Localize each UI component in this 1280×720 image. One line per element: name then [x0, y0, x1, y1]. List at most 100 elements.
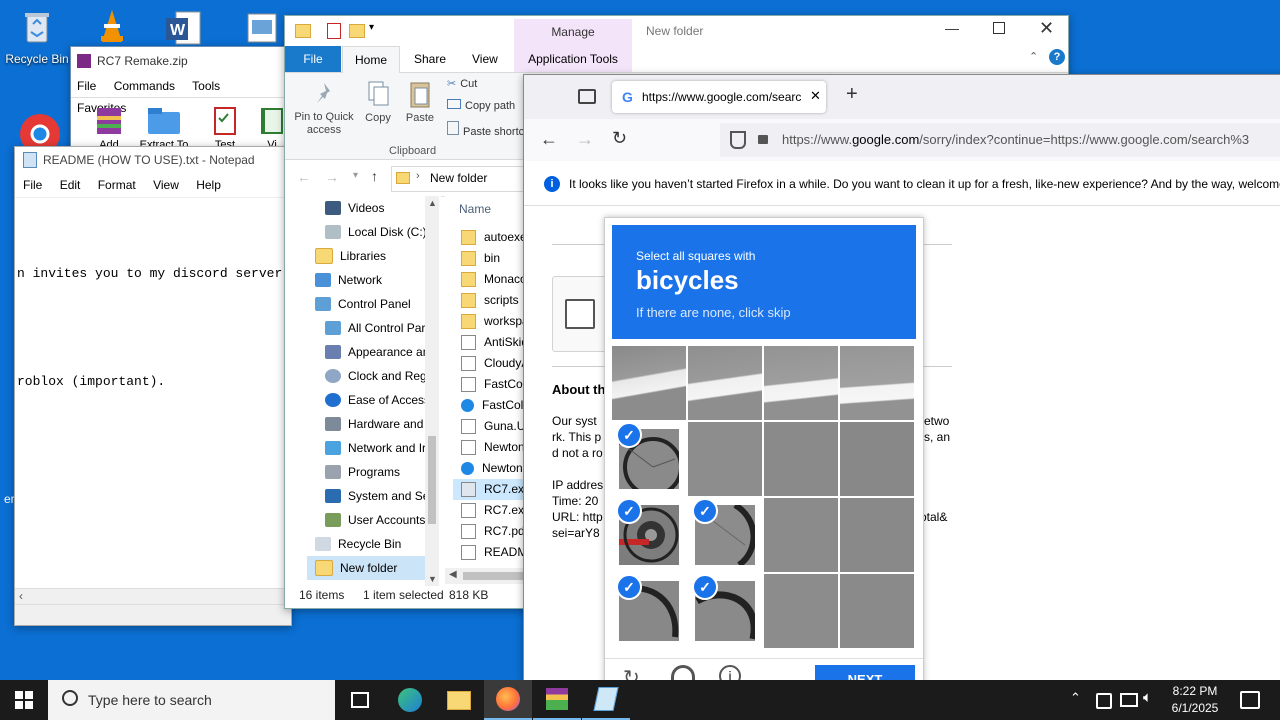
tree-item-all-control-panel[interactable]: All Control Par — [307, 316, 427, 340]
scroll-left-icon[interactable]: ◀ — [449, 569, 457, 580]
desktop-icon-word[interactable]: W — [164, 8, 204, 48]
taskbar-edge[interactable] — [386, 680, 434, 720]
tab-application-tools[interactable]: Application Tools — [514, 46, 632, 72]
file-row[interactable]: README — [461, 542, 525, 563]
tree-item-system-security[interactable]: System and Se — [307, 484, 429, 508]
file-row-selected[interactable]: RC7.exe — [453, 479, 525, 500]
paste-shortcut-button[interactable]: Paste shortc — [447, 121, 524, 138]
start-button[interactable] — [0, 680, 48, 720]
file-row[interactable]: FastColo — [461, 395, 525, 416]
captcha-tile-3[interactable] — [764, 346, 838, 420]
tab-view[interactable]: View — [472, 52, 498, 66]
tree-item-recycle-bin[interactable]: Recycle Bin — [307, 532, 427, 556]
reload-icon[interactable]: ↻ — [612, 128, 627, 149]
new-tab-icon[interactable]: + — [846, 83, 858, 106]
file-row[interactable]: RC7.exe — [461, 500, 525, 521]
captcha-tile-11[interactable] — [764, 498, 838, 572]
cut-button[interactable]: ✂ Cut — [447, 77, 477, 90]
desktop-icon-image[interactable] — [244, 10, 280, 46]
notepad-window[interactable]: README (HOW TO USE).txt - Notepad File E… — [14, 146, 292, 626]
notepad-menu-format[interactable]: Format — [98, 178, 136, 192]
tree-item-new-folder[interactable]: New folder — [307, 556, 433, 580]
tree-item-control-panel[interactable]: Control Panel — [307, 292, 427, 316]
taskbar-notepad[interactable] — [582, 680, 630, 720]
tree-scrollbar[interactable]: ▲ ▼ — [425, 196, 439, 586]
file-row[interactable]: RC7.pdb — [461, 521, 525, 542]
properties-icon[interactable] — [327, 23, 341, 39]
notepad-menu-file[interactable]: File — [23, 178, 42, 192]
tree-item-videos[interactable]: Videos — [307, 196, 427, 220]
taskbar-search-box[interactable]: Type here to search — [48, 680, 335, 720]
captcha-tile-8[interactable] — [840, 422, 914, 496]
chevron-down-icon[interactable]: ▾ — [369, 22, 374, 33]
clock[interactable]: 8:22 PM 6/1/2025 — [1166, 683, 1224, 717]
captcha-challenge[interactable]: Select all squares with bicycles If ther… — [604, 217, 924, 689]
show-hidden-icons-icon[interactable]: ⌃ — [1070, 690, 1081, 706]
column-header-name[interactable]: Name — [459, 202, 491, 216]
explorer-titlebar[interactable]: ▾ Manage New folder — ✕ — [285, 16, 1068, 46]
up-arrow-icon[interactable]: ↑ — [371, 168, 378, 184]
winrar-add-button[interactable]: Add — [89, 104, 129, 151]
shield-icon[interactable] — [730, 131, 746, 149]
recaptcha-checkbox[interactable] — [565, 299, 595, 329]
notepad-menu-view[interactable]: View — [153, 178, 179, 192]
network-tray-icon[interactable] — [1120, 693, 1138, 707]
captcha-tile-15[interactable] — [764, 574, 838, 648]
notepad-horizontal-scrollbar[interactable]: ‹ — [15, 588, 291, 605]
file-row[interactable]: FastColo — [461, 374, 525, 395]
captcha-tile-6[interactable] — [688, 422, 762, 496]
tree-item-local-disk[interactable]: Local Disk (C:) — [307, 220, 427, 244]
taskbar-winrar[interactable] — [533, 680, 581, 720]
pin-quick-access-button[interactable]: Pin to Quick access — [291, 79, 357, 137]
tab-share[interactable]: Share — [414, 52, 446, 66]
taskbar-firefox[interactable] — [484, 680, 532, 720]
tree-item-libraries[interactable]: Libraries — [307, 244, 427, 268]
tree-item-ease-of-access[interactable]: Ease of Access — [307, 388, 430, 412]
scroll-up-icon[interactable]: ▲ — [428, 198, 437, 208]
back-arrow-icon[interactable]: ← — [540, 129, 558, 150]
copy-path-button[interactable]: Copy path — [447, 99, 515, 112]
taskbar-file-explorer[interactable] — [435, 680, 483, 720]
file-row[interactable]: Newtons — [461, 458, 525, 479]
tree-item-user-accounts[interactable]: User Accounts — [307, 508, 427, 532]
back-arrow-icon[interactable]: ← — [297, 169, 311, 185]
close-button[interactable]: ✕ — [1039, 18, 1054, 39]
paste-button[interactable]: Paste — [403, 79, 437, 124]
notifications-icon[interactable] — [1240, 691, 1260, 709]
file-row[interactable]: AntiSkid — [461, 332, 525, 353]
notepad-text-area[interactable]: n invites you to my discord server roblo… — [17, 229, 289, 579]
notepad-menu-help[interactable]: Help — [196, 178, 221, 192]
tree-scroll-thumb[interactable] — [428, 436, 436, 524]
file-row[interactable]: CloudyA — [461, 353, 525, 374]
tree-item-hardware[interactable]: Hardware and — [307, 412, 427, 436]
captcha-tile-4[interactable] — [840, 346, 914, 420]
captcha-tile-7[interactable] — [764, 422, 838, 496]
tree-item-network[interactable]: Network — [307, 268, 427, 292]
file-row[interactable]: Newtons — [461, 437, 525, 458]
device-icon[interactable] — [1096, 693, 1112, 709]
forward-arrow-icon[interactable]: → — [325, 169, 339, 185]
desktop-icon-vlc[interactable] — [92, 6, 132, 46]
desktop-icon-recycle-bin[interactable]: Recycle Bin — [2, 8, 72, 66]
lock-icon[interactable] — [758, 135, 768, 144]
captcha-tile-16[interactable] — [840, 574, 914, 648]
tree-item-appearance[interactable]: Appearance an — [307, 340, 429, 364]
address-bar[interactable]: › New folder — [391, 166, 533, 192]
captcha-tile-1[interactable] — [612, 346, 686, 420]
chevron-up-icon[interactable]: ⌃ — [1029, 50, 1038, 63]
tab-list-icon[interactable] — [578, 89, 596, 104]
scroll-down-icon[interactable]: ▼ — [428, 574, 437, 584]
captcha-tile-2[interactable] — [688, 346, 762, 420]
winrar-extract-button[interactable]: Extract To — [139, 104, 189, 151]
new-folder-icon[interactable] — [349, 24, 365, 38]
winrar-menu-commands[interactable]: Commands — [114, 79, 175, 93]
winrar-view-button[interactable]: Vi — [257, 104, 287, 151]
scroll-left-icon[interactable]: ‹ — [19, 589, 23, 603]
copy-button[interactable]: Copy — [361, 79, 395, 124]
tree-item-network-internet[interactable]: Network and Ir — [307, 436, 427, 460]
volume-icon[interactable]: 🔈︎ — [1143, 689, 1152, 706]
tree-item-programs[interactable]: Programs — [307, 460, 427, 484]
winrar-menu-file[interactable]: File — [77, 79, 96, 93]
file-row[interactable]: Monaco — [461, 269, 525, 290]
file-row[interactable]: autoexe — [461, 227, 525, 248]
